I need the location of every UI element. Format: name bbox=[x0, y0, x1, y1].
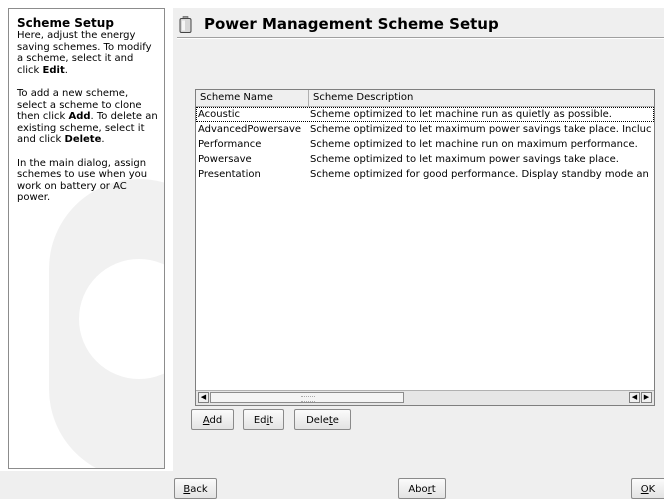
horizontal-scrollbar[interactable]: ◀ ◀ ▶ bbox=[196, 390, 654, 405]
scheme-name-cell: Acoustic bbox=[196, 107, 309, 122]
column-header-scheme-description[interactable]: Scheme Description bbox=[309, 90, 654, 106]
scroll-right-button[interactable]: ▶ bbox=[641, 392, 652, 403]
help-panel: Scheme Setup Here, adjust the energy sav… bbox=[8, 8, 165, 469]
scheme-description-cell: Scheme optimized to let machine run as q… bbox=[309, 107, 654, 122]
scheme-description-cell: Scheme optimized to let machine run on m… bbox=[310, 139, 638, 150]
header-divider bbox=[177, 37, 664, 39]
scroll-left-button[interactable]: ◀ bbox=[198, 392, 209, 403]
dialog-title: Power Management Scheme Setup bbox=[204, 15, 499, 33]
dialog-header: Power Management Scheme Setup bbox=[179, 14, 499, 34]
scheme-name-cell: Powersave bbox=[198, 154, 252, 165]
help-paragraph-1: Here, adjust the energy saving schemes. … bbox=[17, 30, 152, 76]
help-paragraph-2: To add a new scheme, select a scheme to … bbox=[17, 88, 158, 145]
table-row[interactable]: AdvancedPowersave Scheme optimized to le… bbox=[196, 122, 654, 137]
abort-button[interactable]: Abort bbox=[398, 478, 446, 499]
scheme-name-cell: AdvancedPowersave bbox=[198, 124, 302, 135]
table-row[interactable]: Powersave Scheme optimized to let maximu… bbox=[196, 152, 654, 167]
table-row[interactable]: Acoustic Scheme optimized to let machine… bbox=[196, 107, 654, 122]
scheme-description-cell: Scheme optimized for good performance. D… bbox=[310, 169, 649, 180]
help-title: Scheme Setup bbox=[17, 16, 114, 30]
battery-icon bbox=[179, 15, 192, 33]
table-header: Scheme Name Scheme Description bbox=[196, 90, 654, 107]
back-button[interactable]: Back bbox=[174, 478, 217, 499]
scrollbar-grip bbox=[301, 396, 315, 402]
bottom-button-bar bbox=[0, 471, 664, 499]
main-dialog: Power Management Scheme Setup Scheme Nam… bbox=[173, 8, 664, 471]
scheme-description-cell: Scheme optimized to let maximum power sa… bbox=[310, 154, 619, 165]
help-paragraph-3: In the main dialog, assign schemes to us… bbox=[17, 157, 148, 204]
table-row[interactable]: Performance Scheme optimized to let mach… bbox=[196, 137, 654, 152]
scheme-name-cell: Performance bbox=[198, 139, 262, 150]
ok-button[interactable]: OK bbox=[631, 478, 664, 499]
delete-button[interactable]: Delete bbox=[294, 409, 351, 430]
scrollbar-thumb[interactable] bbox=[210, 392, 404, 403]
add-button[interactable]: Add bbox=[191, 409, 234, 430]
scheme-name-cell: Presentation bbox=[198, 169, 261, 180]
column-header-scheme-name[interactable]: Scheme Name bbox=[196, 90, 309, 106]
table-row[interactable]: Presentation Scheme optimized for good p… bbox=[196, 167, 654, 182]
scheme-table[interactable]: Scheme Name Scheme Description Acoustic … bbox=[195, 89, 655, 406]
edit-button[interactable]: Edit bbox=[243, 409, 284, 430]
scheme-description-cell: Scheme optimized to let maximum power sa… bbox=[310, 124, 652, 135]
scroll-left-button-2[interactable]: ◀ bbox=[629, 392, 640, 403]
